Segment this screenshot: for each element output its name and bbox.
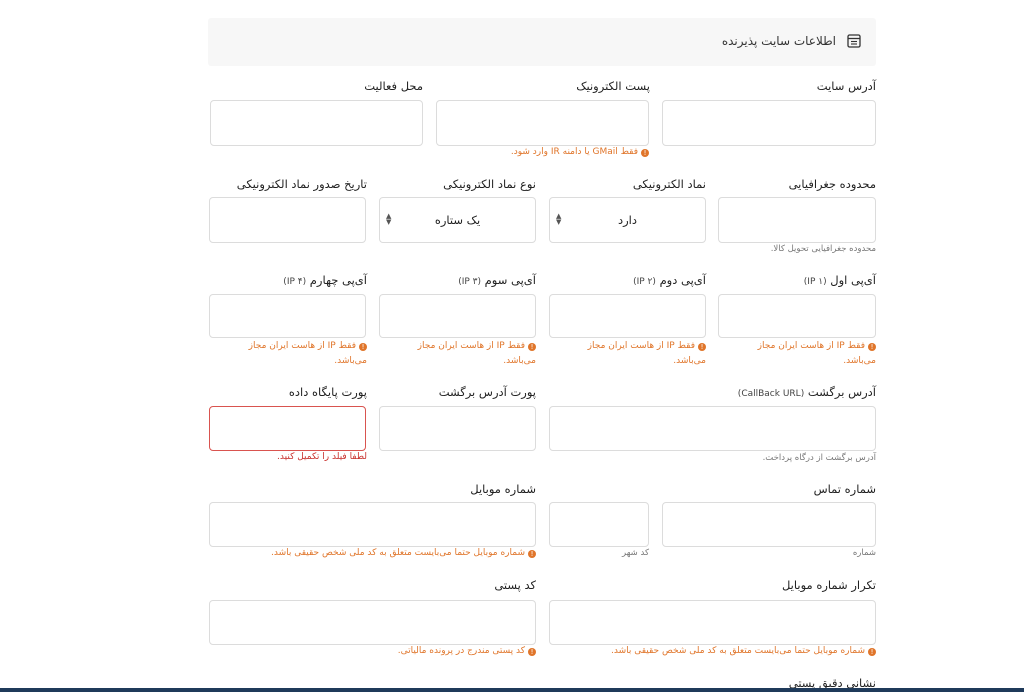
mobile-hint: !شماره موبایل حتما می‌بایست متعلق به کد … [271, 546, 536, 561]
email-input[interactable] [436, 100, 649, 146]
callback-help: آدرس برگشت از درگاه پرداخت. [762, 453, 876, 463]
ip3-label: آی‌پی سوم (IP ۳) [458, 273, 536, 287]
city-code-help: کد شهر [622, 548, 649, 558]
phone-number-help: شماره [852, 548, 876, 558]
e-symbol-label: نماد الکترونیکی [632, 177, 706, 191]
db-port-input[interactable] [209, 406, 366, 451]
site-address-input[interactable] [662, 100, 876, 146]
mobile-input[interactable] [209, 502, 536, 547]
callback-label: آدرس برگشت (CallBack URL) [737, 385, 876, 399]
ip2-label: آی‌پی دوم (IP ۲) [633, 273, 706, 287]
e-symbol-date-label: تاریخ صدور نماد الکترونیکی [236, 177, 367, 191]
phone-label: شماره تماس [813, 482, 876, 496]
email-label: پست الکترونیک [576, 79, 650, 93]
ip2-hint: !فقط IP از هاست ایران مجاز می‌باشد. [587, 341, 706, 366]
e-symbol-type-select[interactable]: یک ستاره ▲ ▼ [379, 197, 536, 243]
ip3-input[interactable] [379, 294, 536, 338]
sort-arrows-icon: ▲ ▼ [386, 212, 392, 226]
db-port-error: لطفا فیلد را تکمیل کنید. [277, 452, 367, 462]
site-address-label: آدرس سایت [816, 79, 876, 93]
e-symbol-select[interactable]: دارد ▲ ▼ [549, 197, 706, 243]
ip1-input[interactable] [718, 294, 876, 338]
callback-input[interactable] [549, 406, 876, 451]
geo-range-help: محدوده جغرافیایی تحویل کالا. [770, 244, 876, 254]
mobile-repeat-input[interactable] [549, 600, 876, 645]
ip1-hint: !فقط IP از هاست ایران مجاز می‌باشد. [757, 341, 876, 366]
bottom-bar [0, 688, 1024, 692]
postal-code-hint: !کد پستی مندرج در پرونده مالیاتی. [398, 644, 536, 659]
email-hint: !فقط GMail یا دامنه IR وارد شود. [511, 145, 649, 160]
phone-number-input[interactable] [662, 502, 876, 547]
ip4-input[interactable] [209, 294, 366, 338]
mobile-repeat-hint: !شماره موبایل حتما می‌بایست متعلق به کد … [611, 644, 876, 659]
mobile-label: شماره موبایل [470, 482, 536, 496]
section-header: اطلاعات سایت پذیرنده [208, 18, 876, 66]
geo-range-input[interactable] [718, 197, 876, 243]
ip4-label: آی‌پی چهارم (IP ۴) [283, 273, 367, 287]
postal-code-input[interactable] [209, 600, 536, 645]
section-title: اطلاعات سایت پذیرنده [721, 34, 836, 48]
callback-port-label: پورت آدرس برگشت [438, 385, 536, 399]
activity-location-input[interactable] [210, 100, 423, 146]
ip2-input[interactable] [549, 294, 706, 338]
city-code-input[interactable] [549, 502, 649, 547]
callback-port-input[interactable] [379, 406, 536, 451]
db-port-label: پورت پایگاه داده [288, 385, 367, 399]
geo-range-label: محدوده جغرافیایی [788, 177, 876, 191]
mobile-repeat-label: تکرار شماره موبایل [781, 578, 876, 592]
ip3-hint: !فقط IP از هاست ایران مجاز می‌باشد. [417, 341, 536, 366]
sort-arrows-icon: ▲ ▼ [556, 212, 562, 226]
activity-location-label: محل فعالیت [364, 79, 423, 93]
postal-code-label: کد پستی [494, 578, 536, 592]
table-icon [847, 34, 861, 48]
e-symbol-type-label: نوع نماد الکترونیکی [443, 177, 536, 191]
e-symbol-date-input[interactable] [209, 197, 366, 243]
ip4-hint: !فقط IP از هاست ایران مجاز می‌باشد. [248, 341, 367, 366]
ip1-label: آی‌پی اول (IP ۱) [803, 273, 876, 287]
